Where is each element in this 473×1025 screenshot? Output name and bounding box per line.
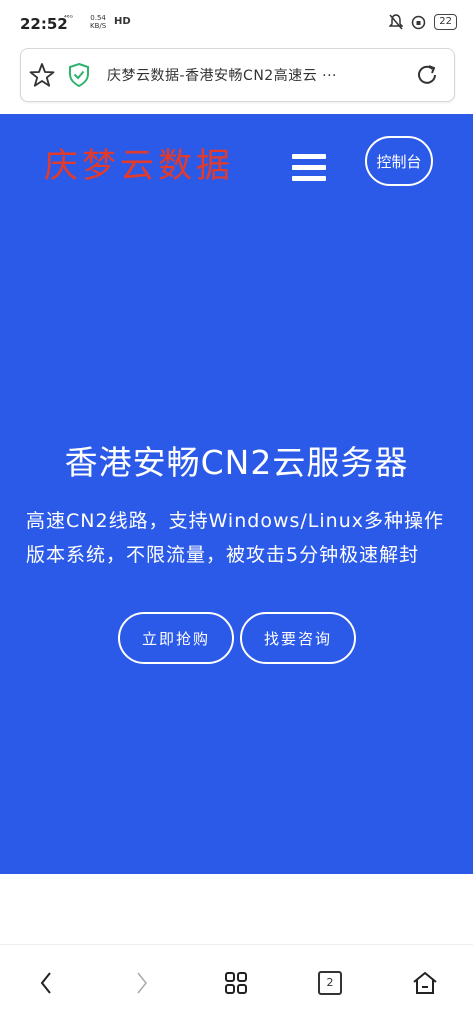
menu-grid-button[interactable] bbox=[216, 965, 256, 1001]
cta-buttons: 立即抢购 找要咨询 bbox=[118, 612, 356, 664]
status-icons: 22 bbox=[389, 14, 457, 30]
status-time: 22:52 bbox=[20, 15, 68, 33]
home-button[interactable] bbox=[405, 965, 445, 1001]
star-icon[interactable] bbox=[29, 62, 55, 88]
console-button[interactable]: 控制台 bbox=[365, 136, 433, 186]
alarm-icon bbox=[412, 15, 426, 29]
battery-indicator: 22 bbox=[434, 14, 457, 30]
tab-count: 2 bbox=[318, 971, 342, 995]
forward-button[interactable] bbox=[122, 965, 162, 1001]
menu-icon[interactable] bbox=[292, 154, 326, 182]
hero-title: 香港安畅CN2云服务器 bbox=[64, 443, 409, 482]
url-title[interactable]: 庆梦云数据-香港安畅CN2高速云 ··· bbox=[107, 65, 397, 85]
back-button[interactable] bbox=[26, 965, 66, 1001]
grid-icon bbox=[225, 972, 247, 994]
network-indicator: ⁴⁶ᴳ bbox=[64, 14, 74, 22]
home-icon bbox=[413, 971, 437, 994]
tabs-button[interactable]: 2 bbox=[310, 965, 350, 1001]
address-bar[interactable]: 庆梦云数据-香港安畅CN2高速云 ··· bbox=[20, 48, 455, 102]
hero-subtitle: 高速CN2线路，支持Windows/Linux多种操作版本系统，不限流量，被攻击… bbox=[26, 510, 444, 566]
hero-banner: 庆梦云数据 控制台 香港安畅CN2云服务器 高速CN2线路，支持Windows/… bbox=[0, 114, 473, 874]
chevron-right-icon bbox=[137, 972, 147, 994]
chevron-left-icon bbox=[40, 972, 51, 994]
speed-value: 0.54 bbox=[90, 14, 106, 22]
reload-icon[interactable] bbox=[414, 62, 440, 88]
consult-button[interactable]: 找要咨询 bbox=[240, 612, 356, 664]
shield-check-icon[interactable] bbox=[67, 62, 91, 88]
status-bar: 22:52 ⁴⁶ᴳ 0.54 KB/S HD 22 bbox=[0, 0, 473, 46]
hd-badge: HD bbox=[114, 16, 131, 27]
buy-now-button[interactable]: 立即抢购 bbox=[118, 612, 234, 664]
bell-muted-icon bbox=[389, 14, 404, 30]
brand-logo[interactable]: 庆梦云数据 bbox=[44, 138, 234, 187]
browser-bottom-nav: 2 bbox=[0, 944, 473, 1025]
speed-unit: KB/S bbox=[90, 22, 107, 30]
network-speed: 0.54 KB/S bbox=[90, 14, 106, 30]
